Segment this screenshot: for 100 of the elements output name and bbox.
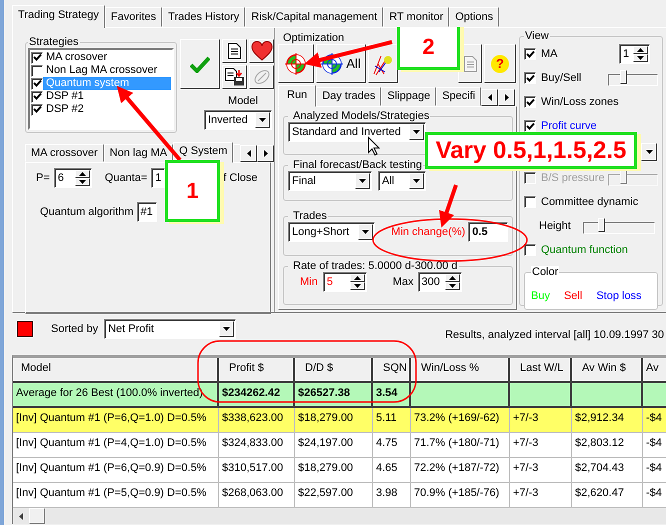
list-item[interactable]: DSP #2 (43, 103, 171, 116)
model-label: Model (228, 95, 258, 107)
trades-dropdown[interactable]: Long+Short (288, 222, 376, 242)
spin-up-icon[interactable] (444, 274, 460, 282)
document-button[interactable] (222, 39, 247, 63)
apply-button[interactable] (180, 39, 220, 89)
column-header[interactable]: Profit $ (219, 358, 295, 383)
quanta-field[interactable]: 1 (151, 168, 166, 188)
column-header[interactable]: SQN (373, 358, 411, 383)
checkbox[interactable] (524, 72, 536, 84)
group-title: Analyzed Models/Strategies (292, 110, 430, 122)
color-label[interactable]: Stop loss (596, 290, 642, 302)
scroll-left-icon[interactable] (481, 89, 498, 106)
dropdown-button[interactable] (641, 143, 657, 161)
checkbox[interactable] (524, 244, 536, 256)
column-header[interactable]: Model (13, 358, 219, 383)
table-cell: $26527.38 (295, 383, 373, 408)
model-dropdown[interactable]: Inverted (204, 110, 272, 130)
slider-thumb[interactable] (620, 70, 628, 84)
spin-down-icon[interactable] (350, 282, 365, 290)
caret-icon (646, 150, 652, 154)
tab[interactable]: Options (449, 7, 500, 27)
caret-icon (255, 112, 270, 128)
spin-down-icon[interactable] (633, 54, 648, 62)
optimize-button[interactable] (278, 44, 314, 83)
scroll-right-icon[interactable] (257, 145, 274, 162)
checkbox-label: Win/Loss zones (540, 96, 619, 108)
list-item[interactable]: Non Lag MA crossover (43, 64, 171, 77)
tab[interactable]: Favorites (104, 7, 162, 27)
scrollbar-thumb[interactable] (29, 508, 45, 524)
checkbox[interactable] (31, 104, 43, 116)
tab[interactable]: Slippage (381, 87, 436, 106)
tab[interactable]: Trades History (162, 7, 246, 27)
help-button[interactable]: ? (484, 44, 516, 83)
slider-thumb[interactable] (598, 218, 606, 232)
tab[interactable]: Specifi (436, 87, 482, 106)
list-item[interactable]: DSP #1 (43, 90, 171, 103)
target-icon (321, 52, 344, 74)
table-cell: [Inv] Quantum #1 (P=5,Q=0.9) D=0.5% (13, 483, 219, 508)
min-change-field[interactable]: 0.5 (468, 222, 508, 242)
save-button[interactable] (222, 65, 247, 89)
horizontal-scrollbar[interactable] (12, 508, 666, 524)
favorite-button[interactable] (249, 39, 274, 63)
table-cell: $268,063.00 (219, 483, 295, 508)
spin-up-icon[interactable] (74, 170, 90, 178)
table-cell: -$4 (643, 408, 666, 433)
table-cell: $18,279.00 (295, 458, 373, 483)
table-cell: [Inv] Quantum #1 (P=6,Q=1.0) D=0.5% (13, 408, 219, 433)
tab[interactable]: Risk/Capital management (245, 7, 384, 27)
tab[interactable]: MA crossover (25, 144, 104, 162)
column-header[interactable]: Last W/L (510, 358, 572, 383)
checkbox[interactable] (31, 78, 43, 90)
spin-down-icon[interactable] (444, 282, 460, 290)
checkbox[interactable] (31, 64, 43, 76)
range-dropdown[interactable]: All (378, 171, 426, 191)
checkbox-label: Quantum function (540, 244, 628, 256)
arrow (439, 184, 458, 228)
tab[interactable]: Non lag MA (104, 144, 174, 162)
column-header[interactable]: Win/Loss % (411, 358, 510, 383)
ma-spinner[interactable]: 1 (619, 44, 650, 64)
min-spinner[interactable]: 5 (322, 272, 367, 292)
table-cell: +7/-3 (510, 483, 572, 508)
checkbox[interactable] (31, 90, 43, 102)
scroll-right-icon[interactable] (498, 89, 516, 106)
table-cell: 73.2% (+169/-62) (411, 408, 510, 433)
column-header[interactable]: D/D $ (295, 358, 373, 383)
group-title: Final forecast/Back testing (292, 159, 424, 171)
tab[interactable]: Trading Strategy (12, 5, 105, 28)
scroll-left-icon[interactable] (240, 145, 258, 162)
dish-icon (252, 68, 270, 86)
checkbox[interactable] (524, 96, 536, 108)
caret-icon (219, 321, 234, 337)
table-cell: $18,279.00 (295, 408, 373, 433)
checkbox[interactable] (524, 120, 536, 132)
p-spinner[interactable]: 6 (54, 168, 92, 188)
algorithm-field[interactable]: #1 (136, 202, 157, 222)
models-dropdown[interactable]: Standard and Inverted (288, 122, 426, 142)
caret-icon (358, 224, 374, 240)
spin-up-icon[interactable] (633, 46, 648, 54)
tab[interactable]: Run (278, 85, 316, 107)
table-cell: 72.2% (+187/-72) (411, 458, 510, 483)
checkbox[interactable] (524, 48, 536, 60)
document-icon (464, 56, 476, 72)
table-cell: $22,597.00 (295, 483, 373, 508)
tab[interactable]: Day trades (316, 87, 382, 106)
checkbox-label: MA (540, 48, 558, 60)
forecast-dropdown[interactable]: Final (288, 171, 372, 191)
color-swatch[interactable] (17, 321, 33, 337)
group-title: Trades (292, 210, 328, 222)
list-item[interactable]: MA crosover (43, 51, 171, 64)
chart-button[interactable] (368, 44, 398, 83)
checkbox[interactable] (524, 196, 536, 208)
checkbox[interactable] (31, 52, 43, 64)
color-label[interactable]: Sell (564, 290, 582, 302)
sort-dropdown[interactable]: Net Profit (104, 319, 236, 339)
spin-down-icon[interactable] (74, 178, 90, 186)
column-header[interactable]: Av Win $ (572, 358, 643, 383)
max-spinner[interactable]: 300 (418, 272, 462, 292)
spin-up-icon[interactable] (350, 274, 365, 282)
tab[interactable]: RT monitor (383, 7, 450, 27)
